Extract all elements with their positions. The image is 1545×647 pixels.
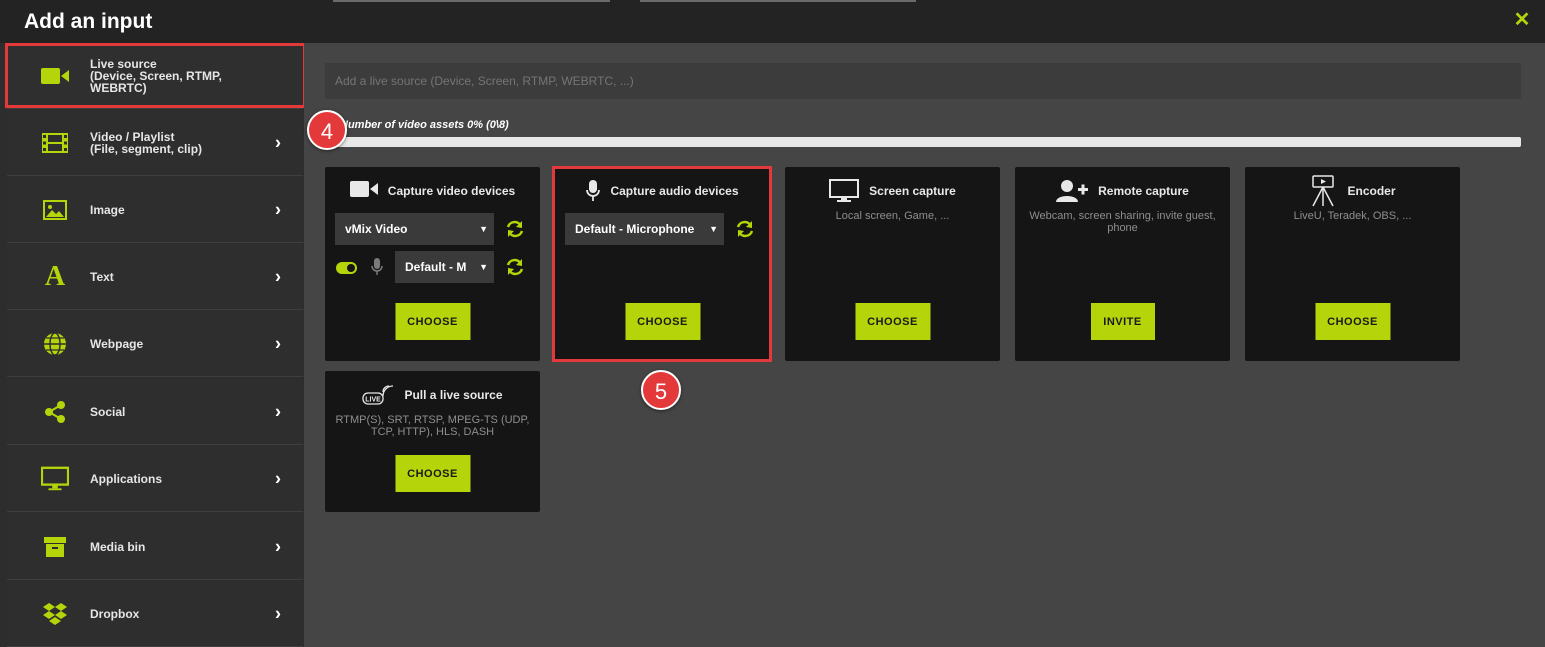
step-4-highlight — [5, 43, 306, 108]
microphone-icon — [371, 258, 383, 275]
sidebar-item-webpage[interactable]: Webpage › — [7, 311, 303, 377]
svg-text:LIVE: LIVE — [366, 397, 382, 404]
sidebar-item-label: Text — [90, 269, 114, 284]
capture-video-card: Capture video devices vMix Video ▼ Defaul… — [325, 167, 540, 361]
pull-live-source-card: LIVE Pull a live source RTMP(S), SRT, RT… — [325, 371, 540, 512]
card-title: Pull a live source — [404, 388, 503, 402]
sidebar-item-label: Applications — [90, 471, 163, 486]
step-5-highlight — [552, 166, 772, 362]
close-icon[interactable]: ✕ — [1513, 10, 1531, 30]
choose-pull-button[interactable]: CHOOSE — [395, 455, 470, 492]
refresh-icon[interactable] — [505, 219, 525, 239]
dropbox-icon — [41, 600, 69, 628]
search-input[interactable] — [325, 63, 1521, 99]
card-description: RTMP(S), SRT, RTSP, MPEG-TS (UDP, TCP, H… — [335, 414, 530, 438]
card-description: LiveU, Teradek, OBS, ... — [1293, 210, 1412, 222]
live-source-panel: Number of video assets 0% (0\8) Capture … — [304, 43, 1545, 647]
chevron-right-icon: › — [275, 266, 281, 286]
refresh-icon[interactable] — [505, 257, 525, 277]
tripod-camera-icon — [1312, 175, 1335, 207]
video-camera-icon — [349, 179, 378, 204]
sidebar-item-label: Image — [90, 202, 125, 217]
add-user-icon — [1056, 180, 1089, 202]
video-device-select[interactable]: vMix Video ▼ — [335, 213, 494, 245]
sidebar-item-social[interactable]: Social › — [7, 379, 303, 445]
remote-capture-card: Remote capture Webcam, screen sharing, i… — [1015, 167, 1230, 361]
image-icon — [41, 196, 69, 224]
choose-video-button[interactable]: CHOOSE — [395, 303, 470, 340]
chevron-right-icon: › — [275, 468, 281, 488]
video-assets-label: Number of video assets 0% (0\8) — [340, 119, 509, 131]
card-description: Webcam, screen sharing, invite guest, ph… — [1029, 210, 1216, 234]
card-title: Remote capture — [1098, 184, 1189, 198]
sidebar-item-image[interactable]: Image › — [7, 177, 303, 243]
modal-title: Add an input — [24, 10, 153, 33]
card-title: Encoder — [1347, 184, 1396, 198]
archive-icon — [41, 533, 69, 561]
sidebar-item-applications[interactable]: Applications › — [7, 446, 303, 512]
background-tab — [640, 0, 916, 2]
sidebar-item-label: Dropbox — [90, 606, 140, 621]
dropdown-arrow-icon: ▼ — [479, 262, 488, 272]
chevron-right-icon: › — [275, 132, 281, 152]
sidebar-item-video-playlist[interactable]: Video / Playlist (File, segment, clip) › — [7, 110, 303, 176]
text-icon: A — [44, 260, 66, 292]
background-tab — [333, 0, 610, 2]
monitor-icon — [41, 465, 69, 493]
sidebar-item-label: Media bin — [90, 539, 146, 554]
audio-device-select[interactable]: Default - M ▼ — [395, 251, 494, 283]
card-title: Screen capture — [869, 184, 956, 198]
card-title: Capture video devices — [387, 184, 516, 198]
invite-button[interactable]: INVITE — [1090, 303, 1155, 340]
share-icon — [41, 398, 69, 426]
sidebar-item-label: Social — [90, 404, 126, 419]
input-type-sidebar: Live source (Device, Screen, RTMP, WEBRTC… — [0, 43, 304, 647]
chevron-right-icon: › — [275, 199, 281, 219]
modal-header: Add an input ✕ — [0, 0, 1545, 43]
dropdown-arrow-icon: ▼ — [479, 224, 488, 234]
step-4-badge: 4 — [307, 110, 347, 150]
video-assets-progress — [325, 137, 1521, 147]
chevron-right-icon: › — [275, 536, 281, 556]
card-description: Local screen, Game, ... — [835, 210, 950, 222]
film-icon — [41, 129, 69, 157]
encoder-card: Encoder LiveU, Teradek, OBS, ... CHOOSE — [1245, 167, 1460, 361]
chevron-right-icon: › — [275, 333, 281, 353]
monitor-icon — [829, 179, 860, 202]
sidebar-item-label: Webpage — [90, 336, 144, 351]
choose-encoder-button[interactable]: CHOOSE — [1315, 303, 1390, 340]
sidebar-item-text[interactable]: A Text › — [7, 244, 303, 310]
add-input-modal: Add an input ✕ Live source (Device, Scree… — [0, 0, 1545, 647]
sidebar-item-media-bin[interactable]: Media bin › — [7, 514, 303, 580]
sidebar-item-dropbox[interactable]: Dropbox › — [7, 581, 303, 647]
globe-icon — [41, 330, 69, 358]
audio-toggle[interactable] — [336, 262, 357, 274]
chevron-right-icon: › — [275, 603, 281, 623]
audio-device-value: Default - M — [405, 260, 467, 274]
screen-capture-card: Screen capture Local screen, Game, ... C… — [785, 167, 1000, 361]
step-5-badge: 5 — [641, 370, 681, 410]
choose-screen-button[interactable]: CHOOSE — [855, 303, 930, 340]
live-broadcast-icon: LIVE — [362, 385, 394, 405]
video-device-value: vMix Video — [345, 222, 408, 236]
sidebar-item-sublabel: (File, segment, clip) — [90, 141, 203, 156]
chevron-right-icon: › — [275, 401, 281, 421]
